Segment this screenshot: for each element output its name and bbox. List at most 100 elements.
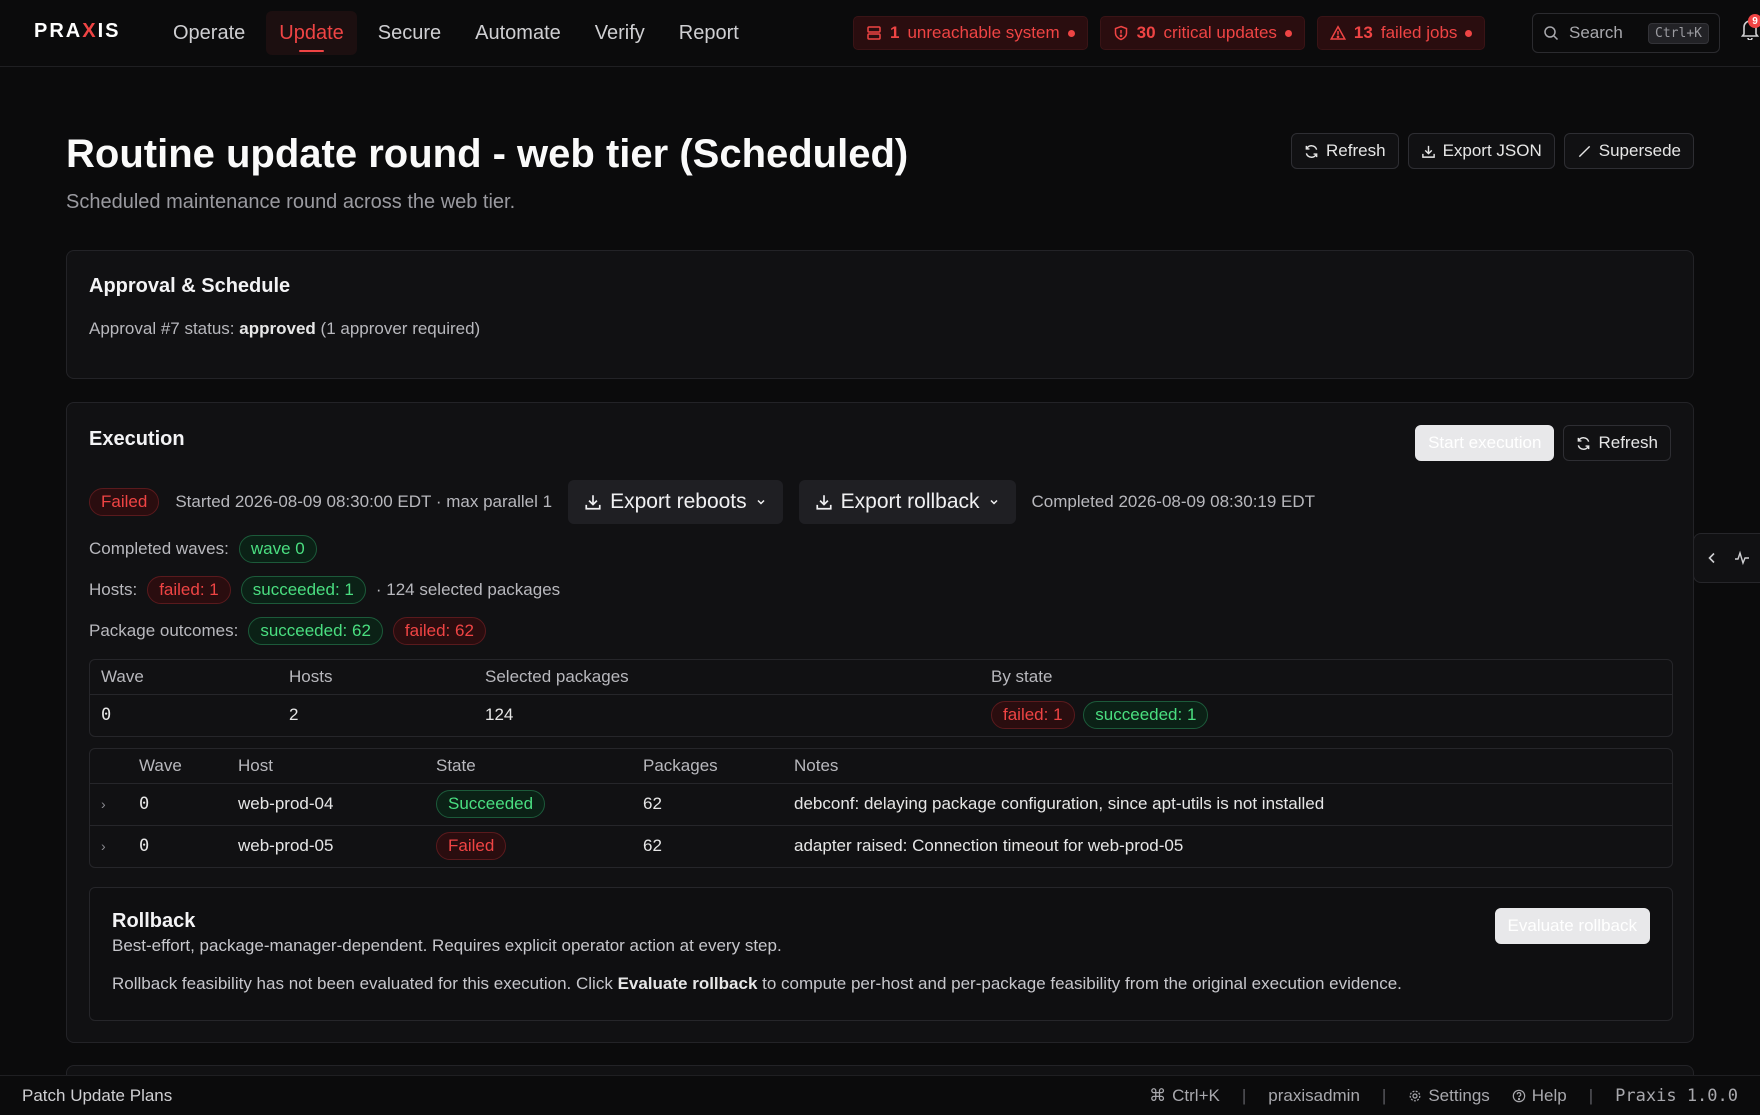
rollback-title: Rollback [112,910,196,932]
notification-count: 9 [1748,14,1760,28]
alert-dot [1465,29,1473,37]
supersede-button[interactable]: Supersede [1563,133,1694,169]
top-navbar: PRAXIS Operate Update Secure Automate Ve… [0,0,1760,67]
evaluate-rollback-button[interactable]: Evaluate rollback [1494,908,1650,944]
search-shortcut: Ctrl+K [1648,22,1709,44]
table-row: › 0 web-prod-05 Failed 62 adapter raised… [90,825,1672,867]
alert-failed-jobs[interactable]: 13 failed jobs [1316,16,1486,50]
shield-icon [1114,25,1127,41]
execution-completed: Completed 2026-08-09 08:30:19 EDT [1031,492,1316,511]
footer-settings-link[interactable]: Settings [1408,1086,1490,1106]
expand-row-chevron-icon[interactable]: › [101,796,106,812]
column-header: Wave [128,749,227,784]
warning-icon [1329,25,1346,40]
hosts-row: Hosts: failed: 1 succeeded: 1 · 124 sele… [89,576,560,604]
footer-separator: | [1381,1085,1387,1105]
status-footer: Patch Update Plans ⌘ Ctrl+K | praxisadmi… [0,1075,1760,1115]
wave-summary-table: Wave Hosts Selected packages By state 0 … [89,659,1673,737]
column-header: Packages [632,749,783,784]
execution-title: Execution [89,428,185,450]
help-icon [1512,1089,1526,1102]
footer-version: Praxis 1.0.0 [1615,1085,1738,1106]
alert-unreachable-systems[interactable]: 1 unreachable system [853,16,1088,50]
host-state-badge: Succeeded [436,790,546,818]
packages-failed-badge: failed: 62 [392,617,486,645]
footer-page-name: Patch Update Plans [22,1085,173,1105]
table-row: 0 2 124 failed: 1 succeeded: 1 [90,694,1672,736]
expand-row-chevron-icon[interactable]: › [101,838,106,854]
execution-status-row: Failed Started 2026-08-09 08:30:00 EDT ·… [89,480,1315,524]
column-header: Selected packages [474,660,980,695]
tab-automate[interactable]: Automate [462,11,574,55]
praxis-logo[interactable]: PRAXIS [34,20,120,43]
tab-report[interactable]: Report [666,11,752,55]
selected-packages-text: · 124 selected packages [375,580,561,599]
execution-actions: Start execution Refresh [1415,425,1671,461]
export-reboots-dropdown[interactable]: Export reboots [568,480,783,524]
packages-succeeded-badge: succeeded: 62 [248,617,383,645]
column-header: State [425,749,632,784]
execution-card: Execution Start execution Refresh Failed… [66,402,1694,1043]
alert-label: critical updates [1163,23,1277,42]
footer-right: ⌘ Ctrl+K | praxisadmin | Settings Help |… [1149,1086,1738,1106]
tab-verify[interactable]: Verify [582,11,658,55]
export-json-button[interactable]: Export JSON [1407,133,1555,169]
host-state-badge: Failed [436,832,507,861]
completed-waves-row: Completed waves: wave 0 [89,535,317,563]
table-header-row: Wave Host State Packages Notes [90,749,1672,784]
tab-update[interactable]: Update [266,11,357,55]
table-row: › 0 web-prod-04 Succeeded 62 debconf: de… [90,783,1672,826]
host-notes: adapter raised: Connection timeout for w… [794,836,1184,856]
footer-user[interactable]: praxisadmin [1268,1086,1360,1106]
notifications-button[interactable]: 9 [1740,14,1760,44]
export-rollback-dropdown[interactable]: Export rollback [798,480,1016,524]
tab-secure[interactable]: Secure [365,11,454,55]
page-title: Routine update round - web tier (Schedul… [66,132,909,176]
alert-critical-updates[interactable]: 30 critical updates [1099,16,1305,50]
start-execution-button[interactable]: Start execution [1415,425,1555,461]
footer-separator: | [1241,1085,1247,1105]
approval-schedule-card: Approval & Schedule Approval #7 status: … [66,250,1694,379]
package-outcomes-row: Package outcomes: succeeded: 62 failed: … [89,617,486,645]
chevron-left-icon [1708,552,1715,564]
host-notes: debconf: delaying package configuration,… [783,783,1672,826]
chevron-down-icon [990,499,998,505]
alert-dot [1284,29,1292,37]
approval-status-line: Approval #7 status: approved (1 approver… [89,319,481,338]
column-header: Wave [90,660,278,695]
execution-status-badge: Failed [89,488,160,516]
host-results-table: Wave Host State Packages Notes › 0 web-p… [89,748,1673,868]
chevron-down-icon [757,499,765,505]
hosts-failed-badge: failed: 1 [147,576,231,604]
global-search[interactable]: Search Ctrl+K [1532,13,1720,53]
alert-label: unreachable system [907,23,1060,42]
page-subtitle: Scheduled maintenance round across the w… [66,191,516,213]
approval-title: Approval & Schedule [89,275,291,297]
footer-help-link[interactable]: Help [1512,1086,1567,1106]
approval-status: approved [239,319,316,338]
host-name: web-prod-05 [238,836,334,856]
column-header: By state [980,660,1672,695]
command-key-icon: ⌘ [1149,1085,1167,1105]
hosts-succeeded-badge: succeeded: 1 [240,576,366,604]
refresh-icon [1578,436,1590,450]
column-header: Hosts [278,660,474,695]
main-nav: Operate Update Secure Automate Verify Re… [160,11,752,55]
rollback-description: Best-effort, package-manager-dependent. … [112,936,782,955]
tab-operate[interactable]: Operate [160,11,258,55]
gear-icon [1409,1090,1421,1101]
side-panel-toggle[interactable] [1693,533,1760,583]
search-label: Search [1569,23,1623,42]
footer-command-palette[interactable]: ⌘ Ctrl+K [1149,1086,1220,1106]
footer-separator: | [1588,1085,1594,1105]
activity-icon [1735,550,1749,566]
search-icon [1544,26,1559,41]
host-name: web-prod-04 [227,783,425,826]
rollback-note: Rollback feasibility has not been evalua… [112,974,1402,993]
refresh-button[interactable]: Refresh [1291,133,1399,169]
alert-count: 1 [890,23,900,42]
state-succeeded-badge: succeeded: 1 [1083,701,1209,730]
execution-started: Started 2026-08-09 08:30:00 EDT · max pa… [175,492,553,511]
execution-refresh-button[interactable]: Refresh [1563,425,1671,461]
server-icon [867,26,881,40]
